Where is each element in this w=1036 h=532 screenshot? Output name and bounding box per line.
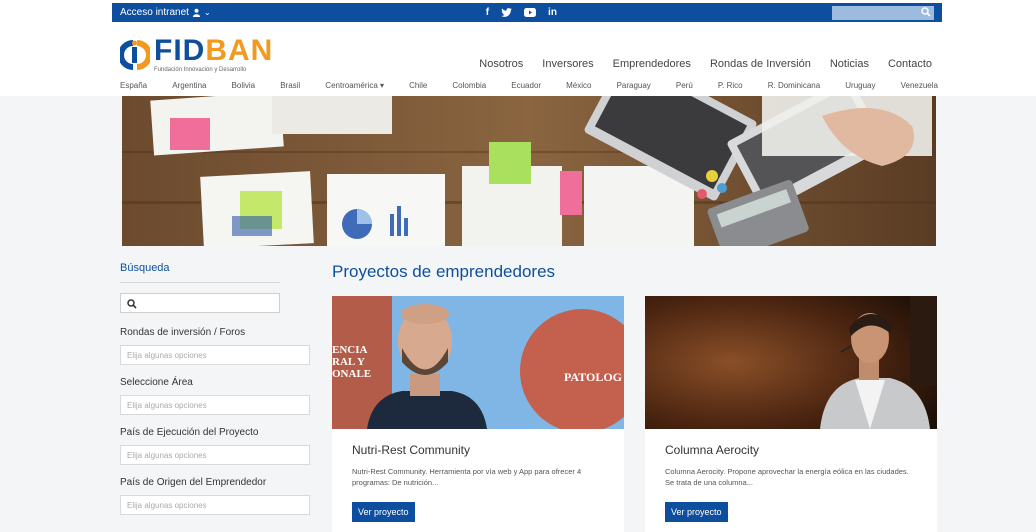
top-search-input[interactable] bbox=[832, 8, 934, 23]
country-argentina[interactable]: Argentina bbox=[172, 81, 206, 90]
nav-contacto[interactable]: Contacto bbox=[888, 58, 932, 70]
logo-tagline: Fundación Innovación y Desarrollo bbox=[154, 67, 247, 73]
project-description: Nutri-Rest Community. Herramienta por ví… bbox=[352, 467, 582, 487]
facebook-icon[interactable]: f bbox=[486, 7, 489, 18]
country-colombia[interactable]: Colombia bbox=[452, 81, 486, 90]
country-paraguay[interactable]: Paraguay bbox=[617, 81, 651, 90]
search-sidebar: Búsqueda Rondas de inversión / Foros Eli… bbox=[120, 262, 310, 527]
filter-select-area[interactable]: Elija algunas opciones bbox=[120, 395, 310, 415]
filter-select-rondas[interactable]: Elija algunas opciones bbox=[120, 345, 310, 365]
country-rep-dominicana[interactable]: R. Dominicana bbox=[768, 81, 820, 90]
country-ecuador[interactable]: Ecuador bbox=[511, 81, 541, 90]
country-uruguay[interactable]: Uruguay bbox=[845, 81, 875, 90]
search-icon bbox=[127, 299, 137, 309]
project-description: Columna Aerocity. Propone aprovechar la … bbox=[665, 467, 909, 487]
country-bolivia[interactable]: Bolivia bbox=[232, 81, 256, 90]
hero-banner bbox=[122, 96, 936, 246]
country-venezuela[interactable]: Venezuela bbox=[901, 81, 938, 90]
logo-wordmark: FIDBAN bbox=[154, 36, 273, 66]
logo-fid: FID bbox=[154, 34, 206, 67]
view-project-button[interactable]: Ver proyecto bbox=[352, 502, 415, 522]
project-card: ENCIA RAL Y ONALE PATOLOG Nutri-Rest Com… bbox=[332, 296, 624, 532]
main-nav: Nosotros Inversores Emprendedores Rondas… bbox=[479, 58, 932, 70]
top-search bbox=[832, 5, 934, 23]
fidban-logo-mark bbox=[120, 39, 150, 70]
filter-label-area: Seleccione Área bbox=[120, 377, 193, 388]
site-header: FIDBAN Fundación Innovación y Desarrollo… bbox=[0, 24, 1036, 96]
logo-ban: BAN bbox=[205, 34, 274, 67]
social-links: f in bbox=[486, 7, 557, 18]
fidban-logo[interactable]: FIDBAN Fundación Innovación y Desarrollo bbox=[120, 36, 273, 73]
projects-title: Proyectos de emprendedores bbox=[332, 262, 556, 281]
intranet-label: Acceso intranet bbox=[120, 7, 189, 18]
country-nav: España Argentina Bolivia Brasil Centroam… bbox=[120, 81, 938, 90]
filter-label-pais-origen: País de Origen del Emprendedor bbox=[120, 477, 267, 488]
project-card: Columna Aerocity Columna Aerocity. Propo… bbox=[645, 296, 937, 532]
linkedin-icon[interactable]: in bbox=[548, 7, 557, 18]
sidebar-search-input[interactable] bbox=[121, 295, 279, 313]
filter-label-rondas: Rondas de inversión / Foros bbox=[120, 327, 246, 338]
country-centroamerica[interactable]: Centroamérica ▾ bbox=[325, 81, 384, 90]
chevron-down-icon: ⌄ bbox=[203, 8, 211, 17]
youtube-icon[interactable] bbox=[524, 8, 537, 17]
speaker-photo bbox=[645, 296, 937, 429]
project-name[interactable]: Nutri-Rest Community bbox=[352, 443, 604, 457]
country-chile[interactable]: Chile bbox=[409, 81, 427, 90]
filter-select-pais-origen[interactable]: Elija algunas opciones bbox=[120, 495, 310, 515]
view-project-button[interactable]: Ver proyecto bbox=[665, 502, 728, 522]
nav-emprendedores[interactable]: Emprendedores bbox=[613, 58, 691, 70]
search-icon[interactable] bbox=[921, 6, 931, 17]
country-mexico[interactable]: México bbox=[566, 81, 591, 90]
nav-inversores[interactable]: Inversores bbox=[542, 58, 593, 70]
photo-caption-left: ENCIA RAL Y ONALE bbox=[332, 344, 372, 380]
user-icon bbox=[192, 8, 201, 17]
sidebar-search bbox=[120, 293, 280, 313]
country-peru[interactable]: Perú bbox=[676, 81, 693, 90]
sidebar-title: Búsqueda bbox=[120, 262, 280, 283]
filter-label-pais-ejecucion: País de Ejecución del Proyecto bbox=[120, 427, 259, 438]
project-name[interactable]: Columna Aerocity bbox=[665, 443, 917, 457]
nav-nosotros[interactable]: Nosotros bbox=[479, 58, 523, 70]
country-puerto-rico[interactable]: P. Rico bbox=[718, 81, 743, 90]
project-image[interactable]: ENCIA RAL Y ONALE PATOLOG bbox=[332, 296, 624, 429]
photo-caption-right: PATOLOG bbox=[563, 370, 622, 384]
logo-text: FIDBAN Fundación Innovación y Desarrollo bbox=[154, 36, 273, 74]
nav-noticias[interactable]: Noticias bbox=[830, 58, 869, 70]
twitter-icon[interactable] bbox=[501, 8, 512, 17]
nav-rondas[interactable]: Rondas de Inversión bbox=[710, 58, 811, 70]
project-card-body: Columna Aerocity Columna Aerocity. Propo… bbox=[645, 429, 937, 532]
top-bar-strip: Acceso intranet ⌄ f in bbox=[112, 3, 942, 23]
project-card-body: Nutri-Rest Community Nutri-Rest Communit… bbox=[332, 429, 624, 532]
speaker-photo bbox=[332, 296, 624, 429]
intranet-access-link[interactable]: Acceso intranet ⌄ bbox=[120, 7, 211, 18]
top-bar: Acceso intranet ⌄ f in bbox=[0, 0, 1036, 24]
country-espana[interactable]: España bbox=[120, 81, 147, 90]
hero-desk-image bbox=[122, 96, 936, 246]
project-image[interactable] bbox=[645, 296, 937, 429]
filter-select-pais-ejecucion[interactable]: Elija algunas opciones bbox=[120, 445, 310, 465]
country-brasil[interactable]: Brasil bbox=[280, 81, 300, 90]
